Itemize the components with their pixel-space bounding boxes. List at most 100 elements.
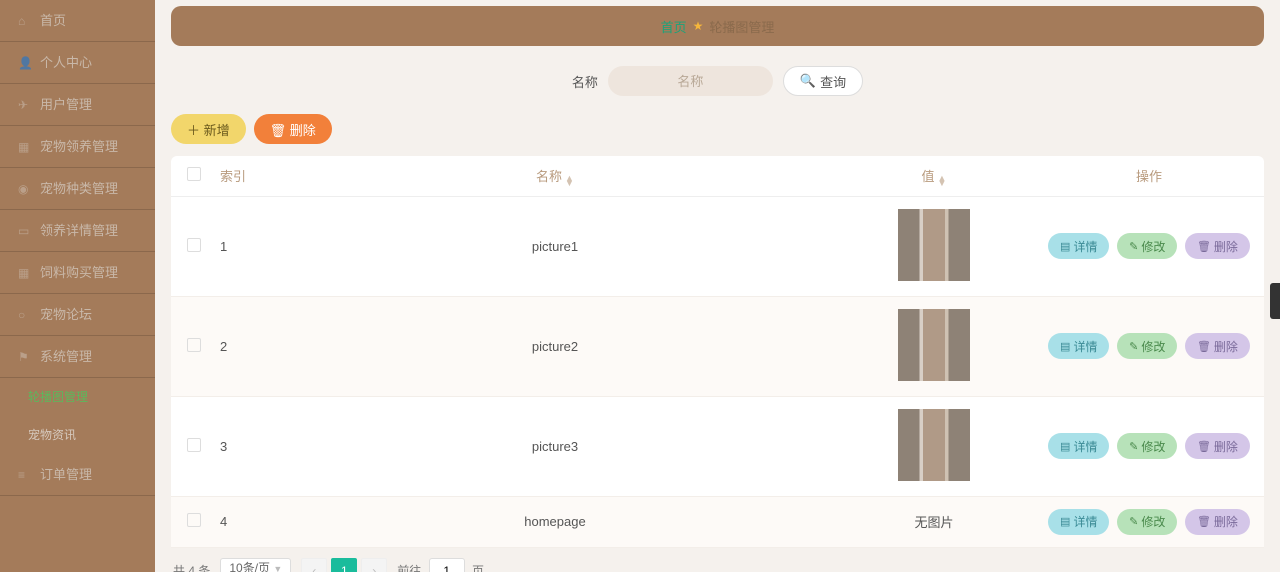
- cell-name: homepage: [276, 496, 834, 547]
- list-icon: ≡: [18, 454, 32, 496]
- row-delete-button[interactable]: 🗑删除: [1185, 509, 1250, 535]
- name-input[interactable]: [608, 66, 773, 96]
- query-button-label: 查询: [820, 72, 846, 91]
- thumbnail-image[interactable]: [898, 209, 970, 281]
- pager-total: 共 4 条: [173, 562, 210, 572]
- detail-button[interactable]: ▤详情: [1048, 509, 1109, 535]
- thumbnail-image[interactable]: [898, 309, 970, 381]
- grid-icon: ▦: [18, 252, 32, 294]
- sidebar-item-system[interactable]: ⚑系统管理: [0, 336, 155, 378]
- detail-button[interactable]: ▤详情: [1048, 433, 1109, 459]
- edit-button[interactable]: ✎修改: [1117, 433, 1177, 459]
- row-checkbox[interactable]: [187, 513, 201, 527]
- sidebar-sub-label: 轮播图管理: [28, 390, 88, 404]
- table-row: 4 homepage 无图片 ▤详情 ✎修改 🗑删除: [171, 496, 1264, 547]
- row-checkbox[interactable]: [187, 338, 201, 352]
- pager-prev[interactable]: ‹: [301, 558, 327, 572]
- rect-icon: ▭: [18, 210, 32, 252]
- delete-button[interactable]: 🗑 删除: [254, 114, 332, 144]
- side-drawer-handle[interactable]: [1270, 283, 1280, 319]
- main-content: 首页 ★ 轮播图管理 名称 🔍 查询 ＋ 新增 🗑 删除 索引 名称▲▼ 值▲▼…: [155, 0, 1280, 572]
- row-delete-button[interactable]: 🗑删除: [1185, 333, 1250, 359]
- sidebar-item-label: 领养详情管理: [40, 210, 118, 252]
- sidebar-item-label: 订单管理: [40, 454, 92, 496]
- thumbnail-image[interactable]: [898, 409, 970, 481]
- plane-icon: ✈: [18, 84, 32, 126]
- doc-icon: ▤: [1060, 440, 1070, 453]
- pager-next[interactable]: ›: [361, 558, 387, 572]
- table-row: 1 picture1 ▤详情 ✎修改 🗑删除: [171, 196, 1264, 296]
- sidebar-item-label: 饲料购买管理: [40, 252, 118, 294]
- pager-page-1[interactable]: 1: [331, 558, 357, 572]
- row-checkbox[interactable]: [187, 238, 201, 252]
- header-value[interactable]: 值▲▼: [834, 156, 1034, 196]
- cell-index: 3: [216, 396, 276, 496]
- sidebar-item-forum[interactable]: ○宠物论坛: [0, 294, 155, 336]
- sidebar-item-adopt[interactable]: ▦宠物领养管理: [0, 126, 155, 168]
- grid-icon: ▦: [18, 126, 32, 168]
- sidebar-item-profile[interactable]: 👤个人中心: [0, 42, 155, 84]
- header-index[interactable]: 索引: [216, 156, 276, 196]
- breadcrumb-home[interactable]: 首页: [661, 17, 687, 36]
- breadcrumb: 首页 ★ 轮播图管理: [171, 6, 1264, 46]
- sidebar-item-label: 系统管理: [40, 336, 92, 378]
- detail-button[interactable]: ▤详情: [1048, 333, 1109, 359]
- trash-icon: 🗑: [1197, 240, 1211, 253]
- data-table: 索引 名称▲▼ 值▲▼ 操作 1 picture1 ▤详情 ✎修改 🗑删除: [171, 156, 1264, 548]
- circle-icon: ○: [18, 294, 32, 336]
- sidebar-item-label: 宠物种类管理: [40, 168, 118, 210]
- filter-label: 名称: [572, 72, 598, 91]
- detail-button[interactable]: ▤详情: [1048, 233, 1109, 259]
- sidebar-sub-news[interactable]: 宠物资讯: [0, 416, 155, 454]
- sidebar-item-feed[interactable]: ▦饲料购买管理: [0, 252, 155, 294]
- cell-name: picture3: [276, 396, 834, 496]
- doc-icon: ▤: [1060, 340, 1070, 353]
- filter-row: 名称 🔍 查询: [171, 66, 1264, 96]
- sidebar-item-users[interactable]: ✈用户管理: [0, 84, 155, 126]
- chevron-down-icon: ▼: [273, 564, 282, 572]
- cell-index: 4: [216, 496, 276, 547]
- row-delete-button[interactable]: 🗑删除: [1185, 233, 1250, 259]
- edit-button[interactable]: ✎修改: [1117, 333, 1177, 359]
- edit-button[interactable]: ✎修改: [1117, 233, 1177, 259]
- cell-index: 1: [216, 196, 276, 296]
- sidebar-sub-label: 宠物资讯: [28, 428, 76, 442]
- header-ops: 操作: [1034, 156, 1264, 196]
- cell-index: 2: [216, 296, 276, 396]
- delete-button-label: 删除: [290, 123, 316, 138]
- select-all-checkbox[interactable]: [187, 167, 201, 181]
- trash-icon: 🗑: [1197, 515, 1211, 528]
- circle-icon: ◉: [18, 168, 32, 210]
- query-button[interactable]: 🔍 查询: [783, 66, 863, 96]
- pagination: 共 4 条 10条/页 ▼ ‹ 1 › 前往 页: [171, 558, 1264, 572]
- edit-button[interactable]: ✎修改: [1117, 509, 1177, 535]
- edit-icon: ✎: [1129, 440, 1138, 453]
- doc-icon: ▤: [1060, 515, 1070, 528]
- user-icon: 👤: [18, 42, 32, 84]
- cell-name: picture1: [276, 196, 834, 296]
- header-name[interactable]: 名称▲▼: [276, 156, 834, 196]
- action-bar: ＋ 新增 🗑 删除: [171, 114, 1264, 144]
- sidebar-item-label: 宠物领养管理: [40, 126, 118, 168]
- star-icon: ★: [693, 19, 704, 33]
- trash-icon: 🗑: [1197, 340, 1211, 353]
- sidebar-item-label: 个人中心: [40, 42, 92, 84]
- row-delete-button[interactable]: 🗑删除: [1185, 433, 1250, 459]
- add-button[interactable]: ＋ 新增: [171, 114, 246, 144]
- table-wrapper: 索引 名称▲▼ 值▲▼ 操作 1 picture1 ▤详情 ✎修改 🗑删除: [171, 156, 1264, 548]
- sidebar-item-species[interactable]: ◉宠物种类管理: [0, 168, 155, 210]
- sidebar-item-adopt-detail[interactable]: ▭领养详情管理: [0, 210, 155, 252]
- cell-name: picture2: [276, 296, 834, 396]
- home-icon: ⌂: [18, 0, 32, 42]
- add-button-label: 新增: [204, 123, 230, 138]
- table-row: 3 picture3 ▤详情 ✎修改 🗑删除: [171, 396, 1264, 496]
- row-checkbox[interactable]: [187, 438, 201, 452]
- edit-icon: ✎: [1129, 340, 1138, 353]
- sidebar-item-home[interactable]: ⌂首页: [0, 0, 155, 42]
- table-row: 2 picture2 ▤详情 ✎修改 🗑删除: [171, 296, 1264, 396]
- page-size-select[interactable]: 10条/页 ▼: [220, 558, 291, 572]
- trash-icon: 🗑: [1197, 440, 1211, 453]
- pager-goto-input[interactable]: [429, 558, 465, 572]
- sidebar-item-orders[interactable]: ≡订单管理: [0, 454, 155, 496]
- sidebar-sub-carousel[interactable]: 轮播图管理: [0, 378, 155, 416]
